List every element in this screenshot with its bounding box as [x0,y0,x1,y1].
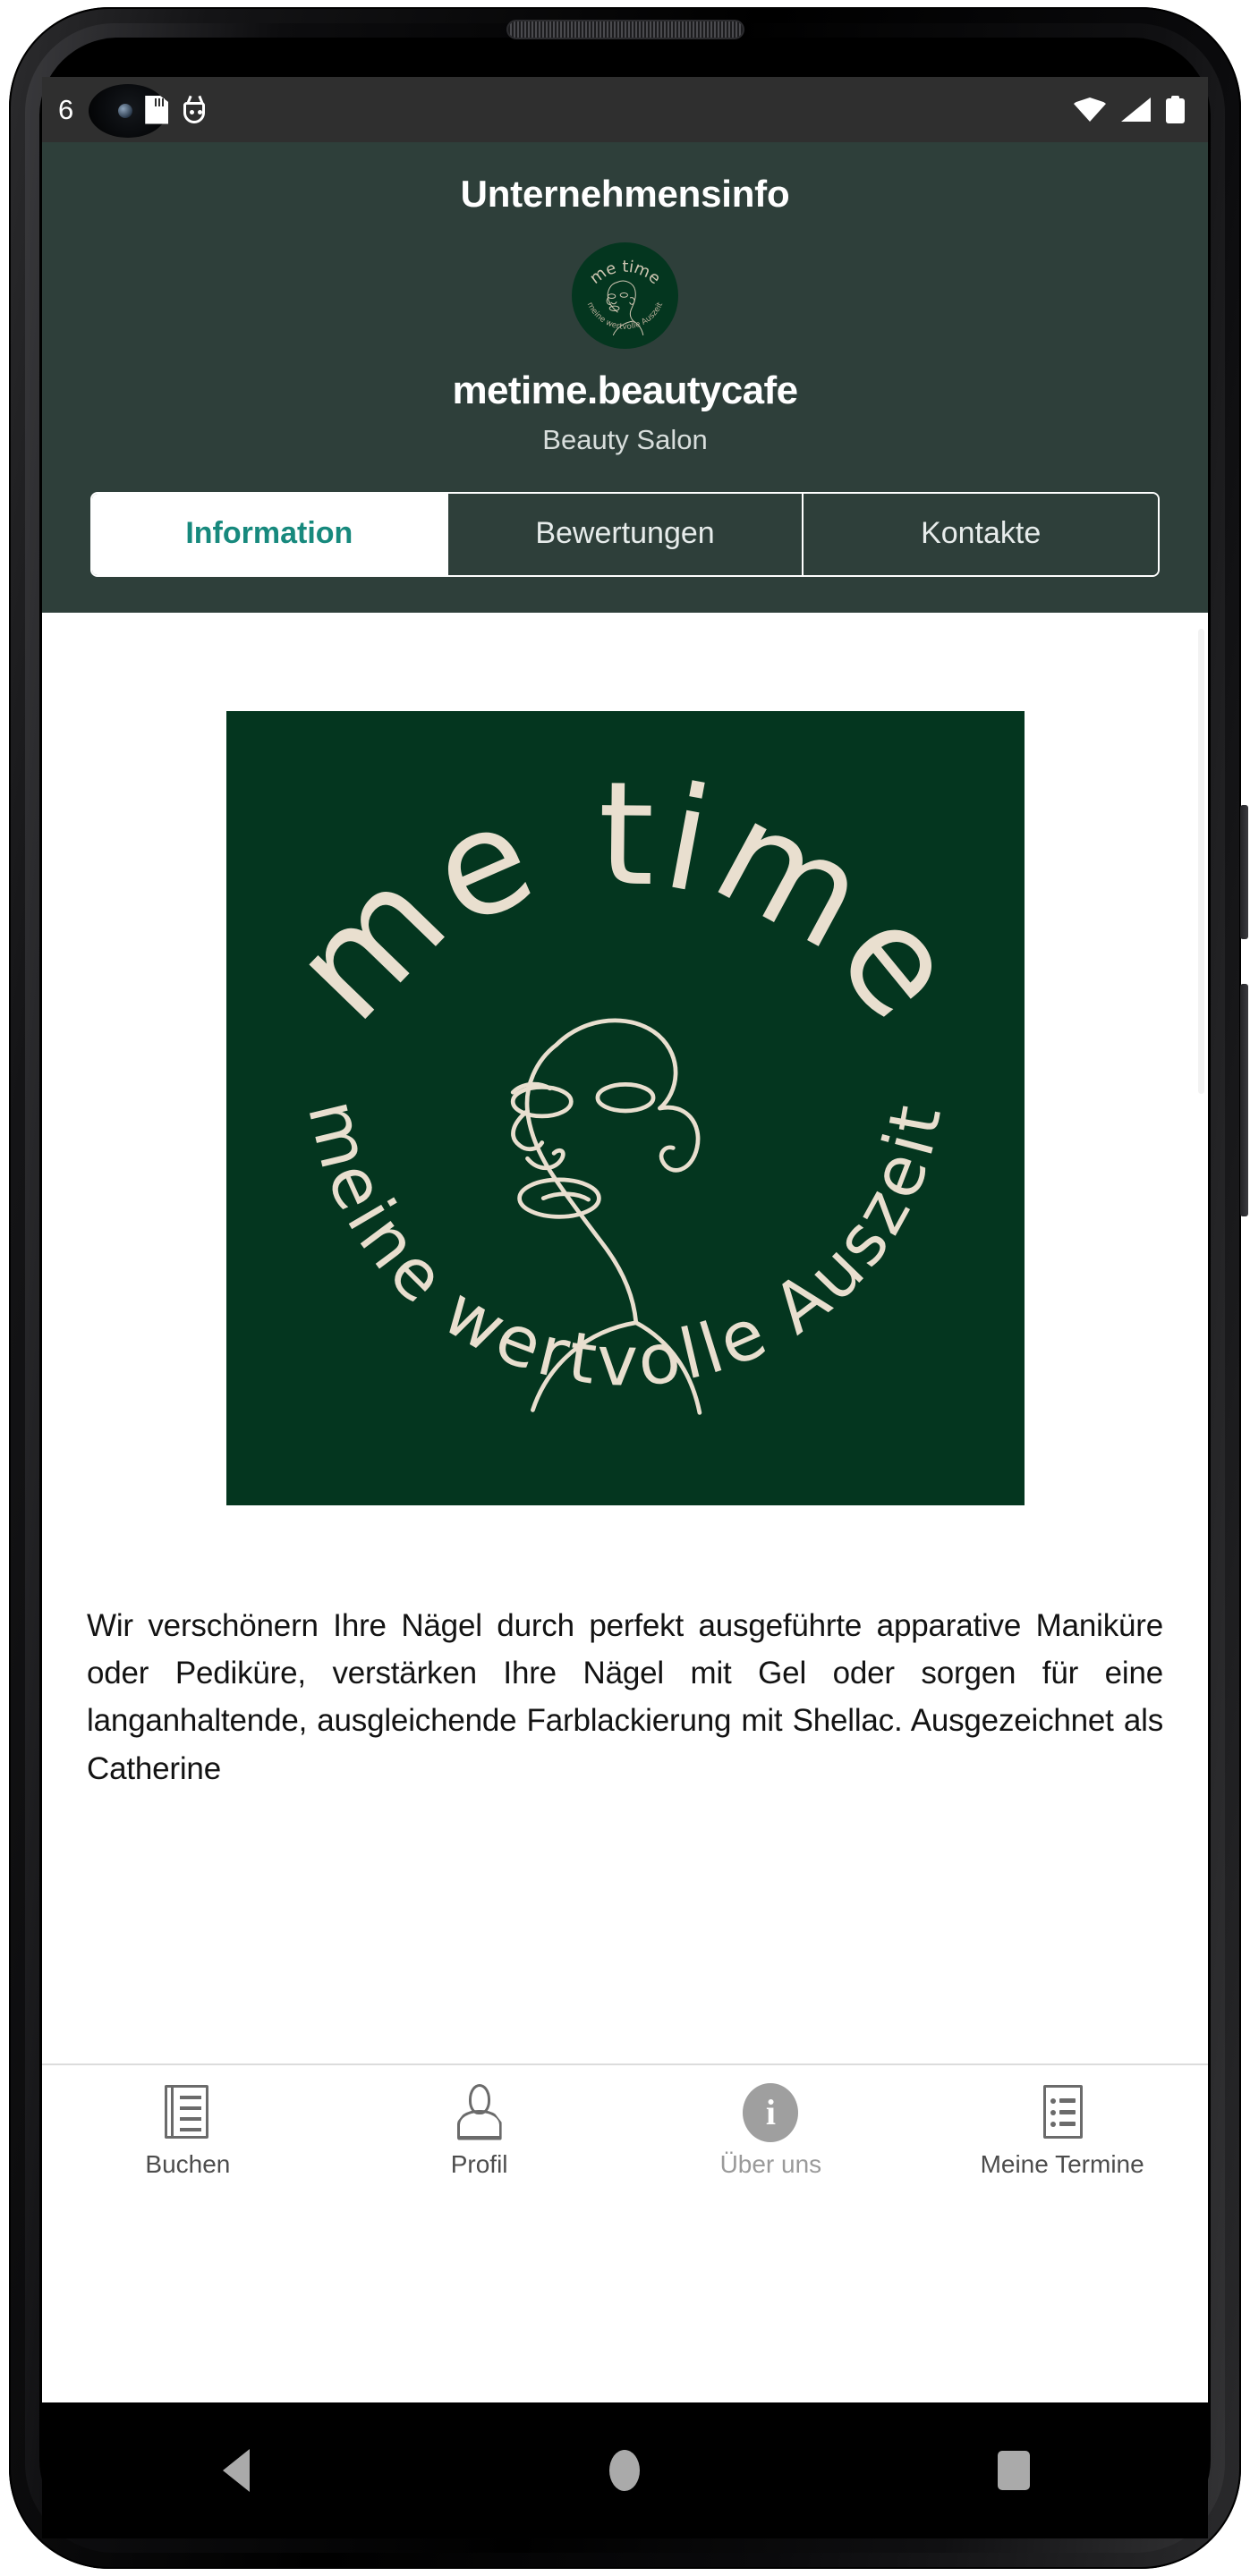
info-circle-icon: i [743,2082,799,2142]
header-spacer [42,577,1208,613]
nav-item-buchen[interactable]: Buchen [42,2083,334,2179]
nav-label-buchen: Buchen [145,2149,231,2178]
nav-label-profil: Profil [450,2149,508,2178]
earpiece-speaker [506,20,744,39]
brand-avatar: me time meine wertvolle Auszeit [572,242,678,349]
person-icon [452,2083,507,2142]
nav-item-profil[interactable]: Profil [334,2083,625,2179]
android-status-bar: 6 [42,77,1208,142]
android-home-button[interactable] [562,2402,687,2538]
android-bug-icon [181,95,208,124]
vertical-scrollbar[interactable] [1198,629,1204,1094]
svg-text:me time: me time [586,258,664,288]
content-scroll-area[interactable]: me time meine wertvolle Auszeit Wir vers… [42,613,1208,2196]
cellular-signal-icon [1121,97,1151,122]
app-header: Unternehmensinfo me time meine wertvolle… [42,142,1208,613]
sd-card-icon [145,95,169,124]
android-recents-button[interactable] [951,2402,1076,2538]
svg-text:meine wertvolle Auszeit: meine wertvolle Auszeit [585,301,666,332]
company-logo-svg: me time meine wertvolle Auszeit [227,711,1023,1505]
android-back-button[interactable] [174,2402,299,2538]
document-icon [160,2083,216,2142]
tab-bewertungen[interactable]: Bewertungen [447,494,804,575]
status-bar-left: 6 [58,84,208,138]
nav-label-meine-termine: Meine Termine [980,2149,1144,2178]
wifi-icon [1074,97,1106,122]
status-clock: 6 [58,93,74,125]
volume-button[interactable] [1240,984,1248,1216]
status-bar-right [1074,96,1185,123]
android-navigation-bar [42,2402,1208,2538]
segmented-tab-bar: Information Bewertungen Kontakte [90,492,1160,577]
list-icon [1034,2083,1090,2142]
nav-label-uber-uns: Über uns [719,2149,822,2178]
power-button[interactable] [1240,805,1248,939]
brand-name: metime.beautycafe [452,369,799,412]
phone-frame: 6 Unternehmensinfo me time meine wertvol… [0,0,1250,2576]
nav-item-meine-termine[interactable]: Meine Termine [916,2083,1208,2179]
company-logo-image: me time meine wertvolle Auszeit [225,711,1025,1505]
brand-category: Beauty Salon [542,424,708,455]
bottom-navigation-bar: Buchen Profil i Über uns Meine Termine [42,2063,1208,2196]
tab-kontakte[interactable]: Kontakte [804,494,1158,575]
page-title: Unternehmensinfo [460,173,790,215]
company-description: Wir verschönern Ihre Nägel durch perfekt… [87,1608,1163,1786]
nav-item-uber-uns[interactable]: i Über uns [625,2082,917,2179]
device-screen: 6 Unternehmensinfo me time meine wertvol… [42,77,1208,2402]
brand-avatar-logo: me time meine wertvolle Auszeit [585,258,666,336]
tab-information[interactable]: Information [92,494,448,575]
battery-icon [1166,96,1185,123]
